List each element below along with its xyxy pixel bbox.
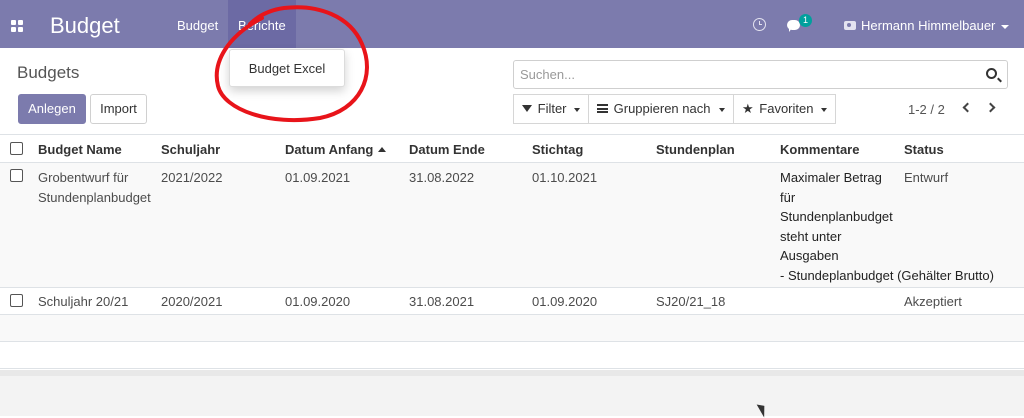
groupby-button[interactable]: Gruppieren nach — [588, 94, 734, 124]
column-header-sorted[interactable]: Datum Anfang — [285, 142, 387, 157]
berichte-dropdown: Budget Excel — [229, 49, 345, 87]
cell-datum-anfang: 01.09.2020 — [285, 294, 351, 309]
filter-label: Filter — [537, 101, 567, 116]
apps-grid-icon[interactable] — [11, 20, 23, 32]
cell-stichtag: 01.09.2020 — [532, 294, 598, 309]
column-header[interactable]: Budget Name — [38, 142, 122, 157]
cell-kommentare: Maximaler Betrag für Stundenplanbudget steh… — [780, 170, 994, 283]
favorites-label: Favoriten — [759, 101, 814, 116]
activity-clock-icon[interactable] — [753, 18, 766, 31]
menu-budget[interactable]: Budget — [167, 0, 228, 48]
pager-value[interactable]: 1-2 / 2 — [908, 102, 945, 117]
column-header[interactable]: Kommentare — [780, 142, 859, 157]
row-checkbox[interactable] — [10, 169, 23, 182]
cell-status: Entwurf — [904, 170, 949, 185]
list-icon — [597, 104, 608, 114]
chevron-down-icon — [719, 108, 725, 112]
create-button[interactable]: Anlegen — [18, 94, 86, 124]
chevron-right-icon[interactable] — [985, 102, 996, 113]
search-placeholder: Suchen... — [520, 67, 575, 82]
cell-status: Akzeptiert — [904, 294, 962, 309]
cell-stundenplan: SJ20/21_18 — [656, 294, 726, 309]
user-menu[interactable]: Hermann Himmelbauer — [861, 18, 995, 33]
menu-berichte[interactable]: Berichte — [228, 0, 296, 48]
table-row[interactable]: Grobentwurf für Stundenplanbudget 2021/20… — [0, 163, 1024, 288]
cell-datum-ende: 31.08.2022 — [409, 170, 475, 185]
chevron-down-icon — [821, 108, 827, 112]
top-navbar: Budget Budget Berichte 1 Hermann Himmelb… — [0, 0, 1024, 48]
column-header[interactable]: Datum Ende — [409, 142, 485, 157]
cell-stichtag: 01.10.2021 — [532, 170, 598, 185]
cell-datum-anfang: 01.09.2021 — [285, 170, 351, 185]
app-title: Budget — [50, 13, 120, 38]
cell-schuljahr: 2021/2022 — [161, 170, 223, 185]
cell-datum-ende: 31.08.2021 — [409, 294, 475, 309]
column-header[interactable]: Status — [904, 142, 944, 157]
column-header[interactable]: Schuljahr — [161, 142, 220, 157]
favorites-button[interactable]: ★ Favoriten — [733, 94, 836, 124]
page-footer — [0, 370, 1024, 416]
chat-icon[interactable] — [787, 20, 800, 32]
search-icon[interactable] — [986, 68, 997, 79]
star-icon: ★ — [742, 101, 754, 116]
chevron-down-icon — [574, 108, 580, 112]
table-row[interactable]: Schuljahr 20/21 2020/2021 01.09.2020 31.… — [0, 288, 1024, 315]
import-button[interactable]: Import — [90, 94, 147, 124]
select-all-checkbox[interactable] — [10, 142, 23, 155]
table-header: Budget Name Schuljahr Datum Anfang Datum… — [0, 134, 1024, 163]
row-checkbox[interactable] — [10, 294, 23, 307]
cell-schuljahr: 2020/2021 — [161, 294, 223, 309]
dropdown-item-budget-excel[interactable]: Budget Excel — [230, 61, 344, 76]
search-input[interactable]: Suchen... — [513, 60, 1008, 89]
filter-button[interactable]: Filter — [513, 94, 589, 124]
filter-icon — [522, 105, 532, 113]
empty-table-row — [0, 342, 1024, 369]
column-header[interactable]: Stundenplan — [656, 142, 735, 157]
chevron-down-icon[interactable] — [1001, 25, 1009, 29]
chat-badge: 1 — [799, 14, 813, 27]
sort-ascending-icon — [378, 146, 387, 152]
chevron-left-icon[interactable] — [962, 102, 973, 113]
column-header[interactable]: Stichtag — [532, 142, 583, 157]
user-avatar-icon[interactable] — [844, 21, 856, 30]
cell-budget-name: Grobentwurf für Stundenplanbudget — [38, 170, 151, 205]
cell-budget-name: Schuljahr 20/21 — [38, 294, 129, 309]
groupby-label: Gruppieren nach — [613, 101, 711, 116]
breadcrumb: Budgets — [17, 63, 80, 82]
empty-table-row — [0, 315, 1024, 342]
